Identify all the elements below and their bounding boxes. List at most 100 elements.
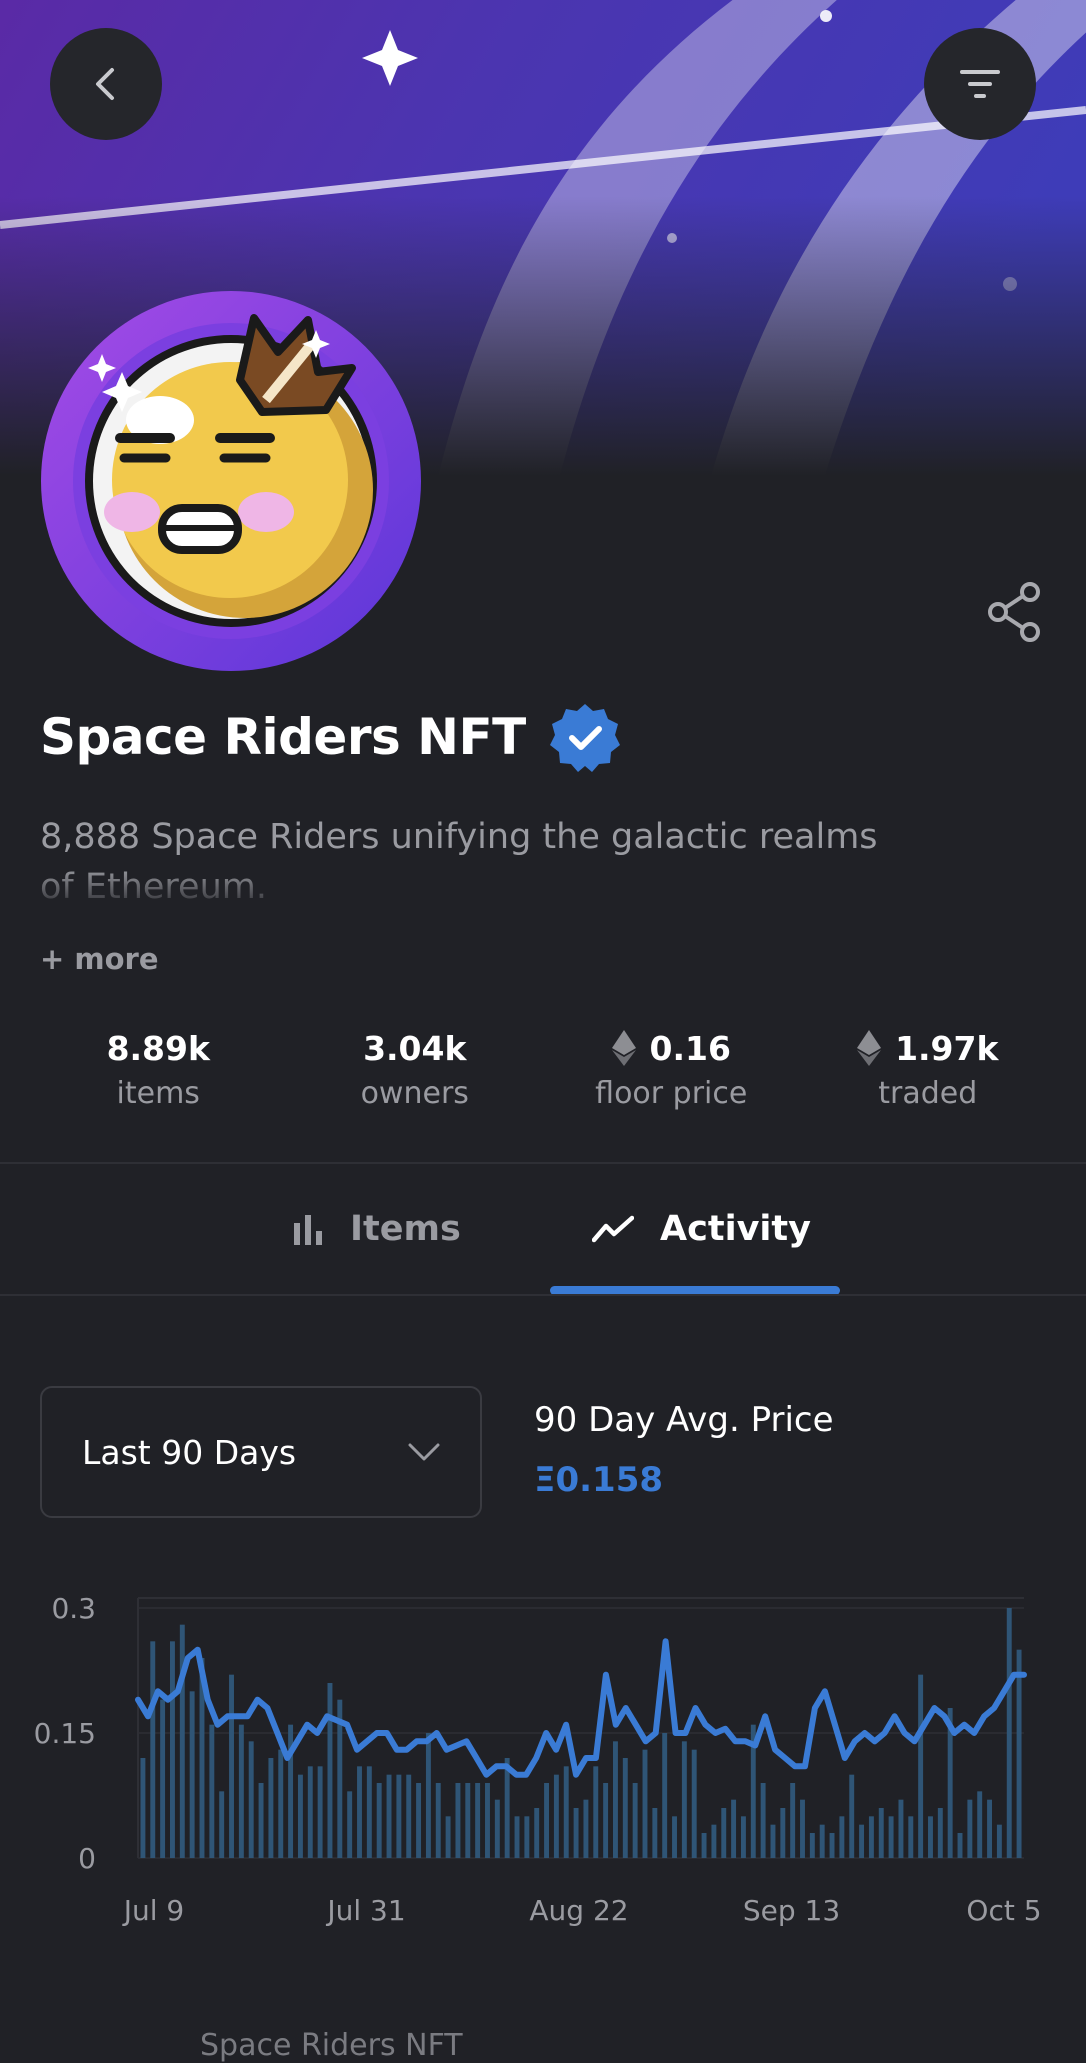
volume-bar [632, 1783, 638, 1858]
volume-bar [258, 1783, 264, 1858]
volume-bar [376, 1783, 382, 1858]
share-button[interactable] [986, 582, 1042, 642]
volume-bar [494, 1799, 500, 1858]
volume-bar [662, 1733, 668, 1858]
volume-bar [868, 1816, 874, 1858]
volume-bar [248, 1741, 254, 1858]
more-link[interactable]: + more [40, 942, 159, 976]
volume-bar [1006, 1608, 1012, 1858]
chevron-down-icon [408, 1443, 440, 1461]
volume-bar [977, 1791, 983, 1858]
volume-bar [150, 1641, 156, 1858]
collection-title: Space Riders NFT [40, 708, 526, 766]
volume-bar [898, 1799, 904, 1858]
volume-bar [544, 1783, 550, 1858]
x-tick-label: Aug 22 [529, 1894, 628, 1927]
volume-bar [770, 1824, 776, 1858]
stat-floor-price: 0.16 floor price [543, 1020, 800, 1112]
collection-avatar [40, 290, 422, 672]
volume-bar [504, 1758, 510, 1858]
volume-bar [839, 1816, 845, 1858]
period-select[interactable]: Last 90 Days [40, 1386, 482, 1518]
tab-bar: Items Activity [0, 1164, 1086, 1294]
verified-badge-icon [549, 704, 620, 772]
volume-bar [691, 1749, 697, 1858]
share-icon [988, 582, 1040, 642]
volume-bar [612, 1741, 618, 1858]
price-line [135, 1638, 1027, 1778]
volume-bar [317, 1766, 323, 1858]
volume-bar [672, 1816, 677, 1858]
volume-bar [593, 1766, 599, 1858]
volume-bar [553, 1774, 559, 1858]
volume-bar [642, 1749, 648, 1858]
tab-activity[interactable]: Activity [592, 1164, 811, 1294]
volume-bar [711, 1824, 717, 1858]
y-tick-label: 0 [78, 1842, 96, 1875]
volume-bar [238, 1724, 244, 1858]
volume-bar [583, 1799, 589, 1858]
volume-bar [307, 1766, 313, 1858]
tab-items-label: Items [350, 1209, 461, 1249]
volume-bar [819, 1824, 825, 1858]
stat-value: 3.04k [363, 1028, 467, 1068]
volume-bar [878, 1808, 884, 1858]
volume-bar [928, 1816, 933, 1858]
volume-bar [416, 1783, 422, 1858]
volume-bar [169, 1641, 175, 1858]
filter-icon [960, 70, 1000, 98]
stat-value: 1.97k [895, 1028, 999, 1068]
stat-label: items [116, 1076, 200, 1111]
volume-bar [229, 1674, 234, 1858]
volume-bar [386, 1774, 392, 1858]
volume-bar [366, 1766, 372, 1858]
stat-label: floor price [595, 1076, 748, 1111]
volume-bar [455, 1783, 461, 1858]
volume-bar [219, 1791, 225, 1858]
back-button[interactable] [50, 28, 162, 140]
tab-activity-label: Activity [660, 1209, 811, 1249]
volume-bar [740, 1816, 746, 1858]
volume-bar [809, 1833, 815, 1858]
stat-label: traded [878, 1076, 978, 1111]
volume-bar [937, 1808, 943, 1858]
x-tick-label: Jul 9 [122, 1894, 185, 1927]
y-tick-label: 0.15 [34, 1717, 96, 1750]
volume-bar [652, 1808, 658, 1858]
volume-bar [563, 1766, 569, 1858]
volume-bar [278, 1749, 284, 1858]
volume-bar [209, 1724, 215, 1858]
volume-bar [160, 1699, 166, 1858]
volume-bar [396, 1774, 402, 1858]
volume-bar [435, 1783, 441, 1858]
title-row: Space Riders NFT [40, 702, 620, 772]
volume-bar [622, 1758, 628, 1858]
stat-value: 0.16 [649, 1028, 731, 1068]
volume-bar [731, 1799, 737, 1858]
volume-bar [297, 1774, 303, 1858]
volume-bar [189, 1691, 195, 1858]
volume-bar [987, 1799, 993, 1858]
chevron-left-icon [96, 68, 114, 100]
volume-bar [445, 1816, 451, 1858]
volume-bar [327, 1683, 333, 1858]
volume-bar [760, 1783, 766, 1858]
volume-bar [721, 1808, 727, 1858]
x-tick-label: Jul 31 [325, 1894, 405, 1927]
volume-bar [475, 1783, 481, 1858]
tab-items[interactable]: Items [292, 1164, 461, 1294]
collection-description: 8,888 Space Riders unifying the galactic… [40, 817, 878, 907]
stat-value: 8.89k [106, 1028, 210, 1068]
ethereum-icon [857, 1030, 882, 1066]
volume-bar [524, 1816, 530, 1858]
volume-bar [1016, 1649, 1022, 1858]
volume-bar [425, 1733, 431, 1858]
volume-bar [908, 1816, 914, 1858]
bar-chart-icon [294, 1215, 322, 1245]
volume-bar [859, 1824, 865, 1858]
volume-bar [957, 1833, 963, 1858]
volume-bar [514, 1816, 520, 1858]
divider [0, 1294, 1086, 1296]
avg-price-value: Ξ0.158 [534, 1460, 664, 1500]
filter-button[interactable] [924, 28, 1036, 140]
